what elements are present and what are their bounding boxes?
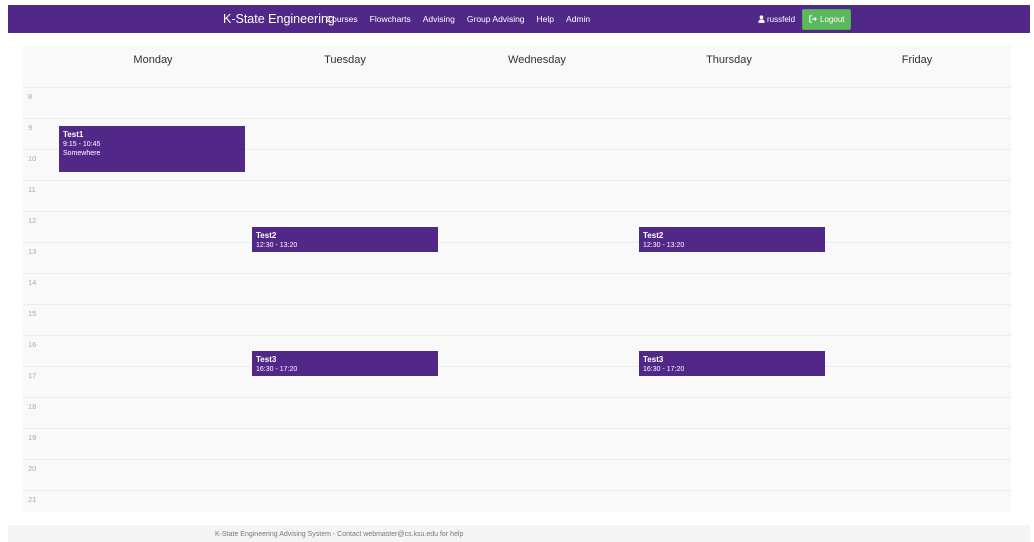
hour-label: 14 [28, 278, 37, 287]
logout-label: Logout [820, 14, 845, 24]
event-time: 16:30 - 17:20 [256, 365, 298, 373]
hour-row-20 [23, 459, 1011, 460]
hour-label: 19 [28, 433, 37, 442]
event-title: Test2 [256, 230, 277, 240]
nav-link-admin[interactable]: Admin [566, 14, 590, 24]
nav-links: Courses Flowcharts Advising Group Advisi… [326, 5, 602, 33]
day-header-tuesday: Tuesday [324, 54, 366, 66]
hour-label: 9 [28, 123, 33, 132]
day-header-thursday: Thursday [706, 54, 752, 66]
day-header-wednesday: Wednesday [508, 54, 566, 66]
footer-text: K-State Engineering Advising System - Co… [215, 531, 464, 538]
hour-row-18 [23, 397, 1011, 398]
hour-label: 20 [28, 464, 37, 473]
hour-label: 8 [28, 92, 33, 101]
nav-link-advising[interactable]: Advising [423, 14, 455, 24]
hour-row-16 [23, 335, 1011, 336]
hour-label: 13 [28, 247, 37, 256]
user-profile-link[interactable]: russfeld [758, 15, 795, 24]
event-title: Test3 [643, 354, 664, 364]
calendar-event-test1-monday[interactable]: Test1 9:15 - 10:45 Somewhere [59, 125, 245, 173]
hour-row-19 [23, 428, 1011, 429]
hour-row-17 [23, 366, 1011, 367]
hour-row-13 [23, 242, 1011, 243]
hour-label: 15 [28, 309, 37, 318]
username-label: russfeld [767, 14, 796, 24]
hour-label: 17 [28, 371, 37, 380]
hour-row-15 [23, 304, 1011, 305]
event-title: Test2 [643, 230, 664, 240]
event-title: Test1 [63, 129, 84, 139]
nav-link-help[interactable]: Help [537, 14, 554, 24]
hour-label: 16 [28, 340, 37, 349]
calendar-event-test2-tuesday[interactable]: Test2 12:30 - 13:20 [252, 226, 438, 253]
event-title: Test3 [256, 354, 277, 364]
user-area: russfeld Logout [758, 5, 852, 33]
hour-row-14 [23, 273, 1011, 274]
hour-row-21 [23, 490, 1011, 491]
brand-link[interactable]: K-State Engineering [223, 5, 335, 33]
nav-link-group-advising[interactable]: Group Advising [467, 14, 525, 24]
hour-label: 11 [28, 185, 36, 194]
calendar-event-test3-thursday[interactable]: Test3 16:30 - 17:20 [639, 350, 825, 377]
user-icon [758, 15, 765, 23]
day-header-monday: Monday [133, 54, 173, 66]
hour-label: 12 [28, 216, 37, 225]
event-location: Somewhere [63, 149, 101, 157]
logout-button[interactable]: Logout [802, 8, 852, 30]
hour-label: 21 [28, 495, 37, 504]
hour-label: 18 [28, 402, 37, 411]
hour-row-12 [23, 211, 1011, 212]
nav-link-courses[interactable]: Courses [326, 14, 358, 24]
hour-row-11 [23, 180, 1011, 181]
calendar-event-test2-thursday[interactable]: Test2 12:30 - 13:20 [639, 226, 825, 253]
event-time: 12:30 - 13:20 [643, 241, 685, 249]
calendar-event-test3-tuesday[interactable]: Test3 16:30 - 17:20 [252, 350, 438, 377]
hour-label: 10 [28, 154, 37, 163]
event-time: 9:15 - 10:45 [63, 140, 101, 148]
day-header-friday: Friday [901, 54, 933, 66]
top-navbar: K-State Engineering Courses Flowcharts A… [8, 5, 1030, 33]
hour-row-8 [23, 87, 1011, 88]
nav-link-flowcharts[interactable]: Flowcharts [370, 14, 411, 24]
event-time: 16:30 - 17:20 [643, 365, 685, 373]
sign-out-icon [809, 15, 817, 23]
page-footer: K-State Engineering Advising System - Co… [8, 525, 1030, 542]
weekly-calendar: Monday Tuesday Wednesday Thursday Friday… [23, 45, 1011, 512]
hour-row-9 [23, 118, 1011, 119]
event-time: 12:30 - 13:20 [256, 241, 298, 249]
